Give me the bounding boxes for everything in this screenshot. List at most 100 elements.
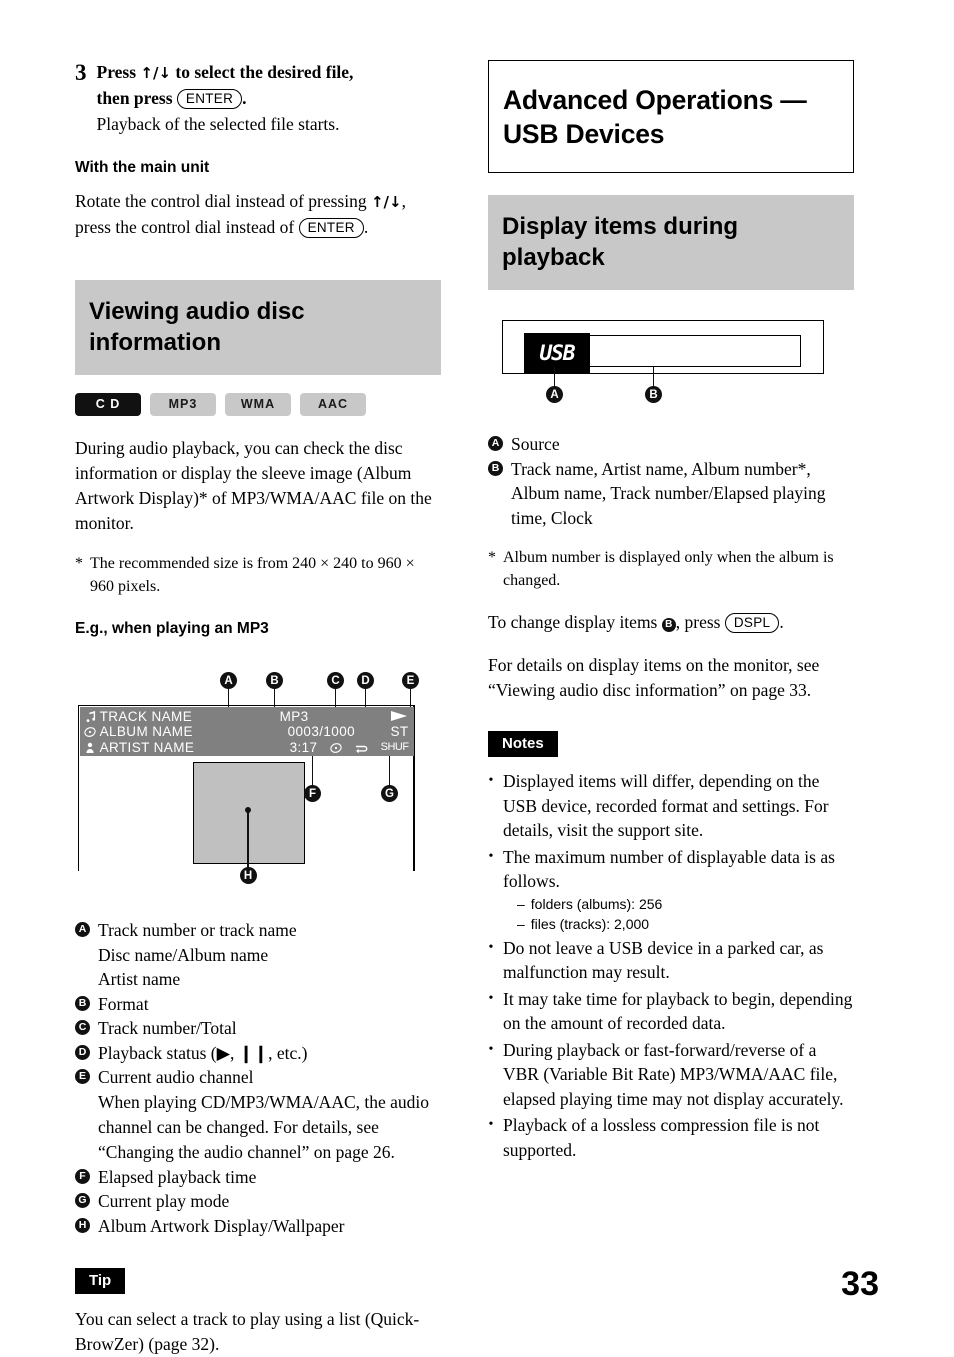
enter-key-capsule[interactable]: ENTER bbox=[176, 89, 243, 109]
intro-paragraph: During audio playback, you can check the… bbox=[75, 438, 432, 533]
tip-tag: Tip bbox=[75, 1268, 126, 1294]
step-text-3: then press bbox=[96, 88, 177, 108]
callout-marker-a: A bbox=[220, 672, 237, 689]
main-unit-text-2: , bbox=[401, 191, 406, 211]
notes-tag: Notes bbox=[488, 731, 558, 757]
legend-f-text: Elapsed playback time bbox=[98, 1166, 257, 1187]
monitor-status-row: 3:17 SHUF bbox=[280, 740, 409, 756]
lcd-item-a: A Source bbox=[488, 432, 854, 457]
change-display-items-text: To change display items B, press DSPL. bbox=[488, 610, 854, 635]
leader-g bbox=[388, 756, 391, 786]
with-main-unit-heading: With the main unit bbox=[75, 159, 210, 176]
note-text: Do not leave a USB device in a parked ca… bbox=[503, 937, 824, 983]
lcd-leader-b bbox=[652, 367, 655, 387]
legend-a-line2: Disc name/Album name bbox=[98, 944, 269, 965]
note-sublist: – folders (albums): 256 – files (tracks): … bbox=[503, 894, 854, 934]
section-heading-viewing-audio-disc-information: Viewing audio disc information bbox=[75, 280, 441, 375]
legend-item-f: F Elapsed playback time bbox=[75, 1165, 441, 1190]
step-text-4: . bbox=[242, 88, 247, 108]
footnote-text: The recommended size is from 240 × 240 t… bbox=[90, 555, 415, 595]
notes-block: Notes • Displayed items will differ, dep… bbox=[488, 731, 854, 1162]
monitor-album-name: ALBUM NAME bbox=[99, 724, 193, 740]
change-text-3: . bbox=[779, 612, 784, 632]
monitor-info-left: TRACK NAME ALBUM NAME ARTIST NAME bbox=[80, 707, 280, 756]
monitor-legend-list: A Track number or track name Disc name/A… bbox=[75, 918, 441, 1090]
left-column: 3 Press ↑/↓ to select the desired file, … bbox=[75, 60, 441, 1357]
legend-a-line1: Track number or track name bbox=[98, 920, 297, 940]
badge-wma: WMA bbox=[225, 393, 291, 416]
callout-marker-c: C bbox=[327, 672, 344, 689]
note-subitem: – folders (albums): 256 bbox=[517, 894, 854, 914]
lcd-display-figure: USB A B bbox=[488, 320, 854, 430]
monitor-format: MP3 bbox=[279, 708, 309, 724]
album-artwork-box bbox=[193, 762, 305, 864]
step-number: 3 bbox=[75, 60, 87, 85]
main-unit-text-4: . bbox=[363, 217, 369, 237]
step-result-text: Playback of the selected file starts. bbox=[96, 114, 340, 134]
callout-bullet-b: B bbox=[488, 460, 503, 476]
legend-item-e: E Current audio channel bbox=[75, 1065, 441, 1090]
music-note-icon bbox=[86, 711, 95, 723]
bullet-dot-icon: • bbox=[488, 773, 494, 788]
legend-b-text: Format bbox=[98, 993, 149, 1014]
legend-a-line3: Artist name bbox=[98, 969, 181, 989]
monitor-info-bar: TRACK NAME ALBUM NAME ARTIST NAME MP3 00… bbox=[79, 706, 414, 756]
callout-marker-g: G bbox=[381, 785, 398, 802]
legend-item-a: A Track number or track name Disc name/A… bbox=[75, 918, 441, 992]
callout-bullet-d: D bbox=[75, 1044, 90, 1060]
dash-icon: – bbox=[517, 915, 525, 932]
monitor-track-name: TRACK NAME bbox=[99, 708, 193, 724]
legend-item-c: C Track number/Total bbox=[75, 1016, 441, 1041]
leader-f bbox=[311, 756, 314, 786]
lcd-callout-marker-b: B bbox=[645, 386, 662, 403]
note-item: • Playback of a lossless compression fil… bbox=[488, 1113, 854, 1162]
dspl-key-capsule[interactable]: DSPL bbox=[724, 613, 780, 633]
disc-icon bbox=[330, 742, 342, 753]
dash-icon: – bbox=[517, 895, 525, 912]
lcd-source-text: USB bbox=[539, 340, 576, 365]
step-3: 3 Press ↑/↓ to select the desired file, … bbox=[75, 60, 441, 137]
bullet-dot-icon: • bbox=[488, 1117, 494, 1132]
callout-bullet-e: E bbox=[75, 1069, 90, 1084]
footnote-artwork-size: * The recommended size is from 240 × 240… bbox=[75, 552, 441, 598]
monitor-artist-row: ARTIST NAME bbox=[84, 740, 280, 756]
legend-item-b: B Format bbox=[75, 992, 441, 1017]
monitor-elapsed-time: 3:17 bbox=[289, 739, 318, 755]
legend-e-text: Current audio channel bbox=[98, 1067, 254, 1087]
footnote-text: Album number is displayed only when the … bbox=[503, 549, 834, 589]
note-text: Playback of a lossless compression file … bbox=[503, 1115, 820, 1160]
lcd-items-list: A Source B Track name, Artist name, Albu… bbox=[488, 432, 854, 530]
bullet-dot-icon: • bbox=[488, 939, 494, 955]
badge-mp3: MP3 bbox=[150, 393, 216, 416]
note-text: It may take time for playback to begin, … bbox=[503, 988, 853, 1034]
tip-text: You can select a track to play using a l… bbox=[75, 1309, 420, 1354]
change-text-2: , press bbox=[675, 612, 725, 632]
legend-item-h: H Album Artwork Display/Wallpaper bbox=[75, 1214, 441, 1239]
disc-icon bbox=[83, 727, 96, 737]
bullet-dot-icon: • bbox=[488, 990, 494, 1006]
legend-d-text: Playback status (▶, ❙❙, etc.) bbox=[98, 1042, 308, 1063]
monitor-format-row: MP3 bbox=[280, 709, 409, 725]
person-icon bbox=[85, 742, 94, 753]
note-text: During playback or fast-forward/reverse … bbox=[503, 1039, 844, 1109]
legend-g-text: Current play mode bbox=[98, 1191, 230, 1211]
monitor-display-figure: A B C D E TRACK NAME ALBUM NAME ARTIST N… bbox=[75, 672, 441, 912]
note-text-with-sublist: The maximum number of displayable data i… bbox=[503, 845, 854, 934]
lcd-leader-a bbox=[553, 367, 556, 387]
lcd-source-field: USB bbox=[524, 333, 590, 373]
up-down-arrow-icon: ↑/↓ bbox=[140, 64, 172, 82]
badge-aac: AAC bbox=[300, 393, 366, 416]
bullet-dot-icon: • bbox=[488, 848, 494, 864]
notes-list: • Displayed items will differ, depending… bbox=[488, 769, 854, 1162]
monitor-legend-list-2: F Elapsed playback time G Current play m… bbox=[75, 1165, 441, 1239]
up-down-arrow-icon: ↑/↓ bbox=[370, 193, 402, 211]
enter-key-capsule[interactable]: ENTER bbox=[298, 218, 364, 238]
note-item: • The maximum number of displayable data… bbox=[488, 845, 854, 934]
callout-bullet-c: C bbox=[75, 1020, 90, 1035]
lcd-item-b-text: Track name, Artist name, Album number*, … bbox=[511, 458, 826, 528]
note-item: • Do not leave a USB device in a parked … bbox=[488, 936, 854, 985]
chapter-heading-advanced-operations-usb-devices: Advanced Operations — USB Devices bbox=[488, 60, 854, 173]
details-reference-text: For details on display items on the moni… bbox=[488, 655, 820, 700]
tip-block: Tip You can select a track to play using… bbox=[75, 1268, 441, 1357]
step-text-1: Press bbox=[96, 62, 141, 82]
